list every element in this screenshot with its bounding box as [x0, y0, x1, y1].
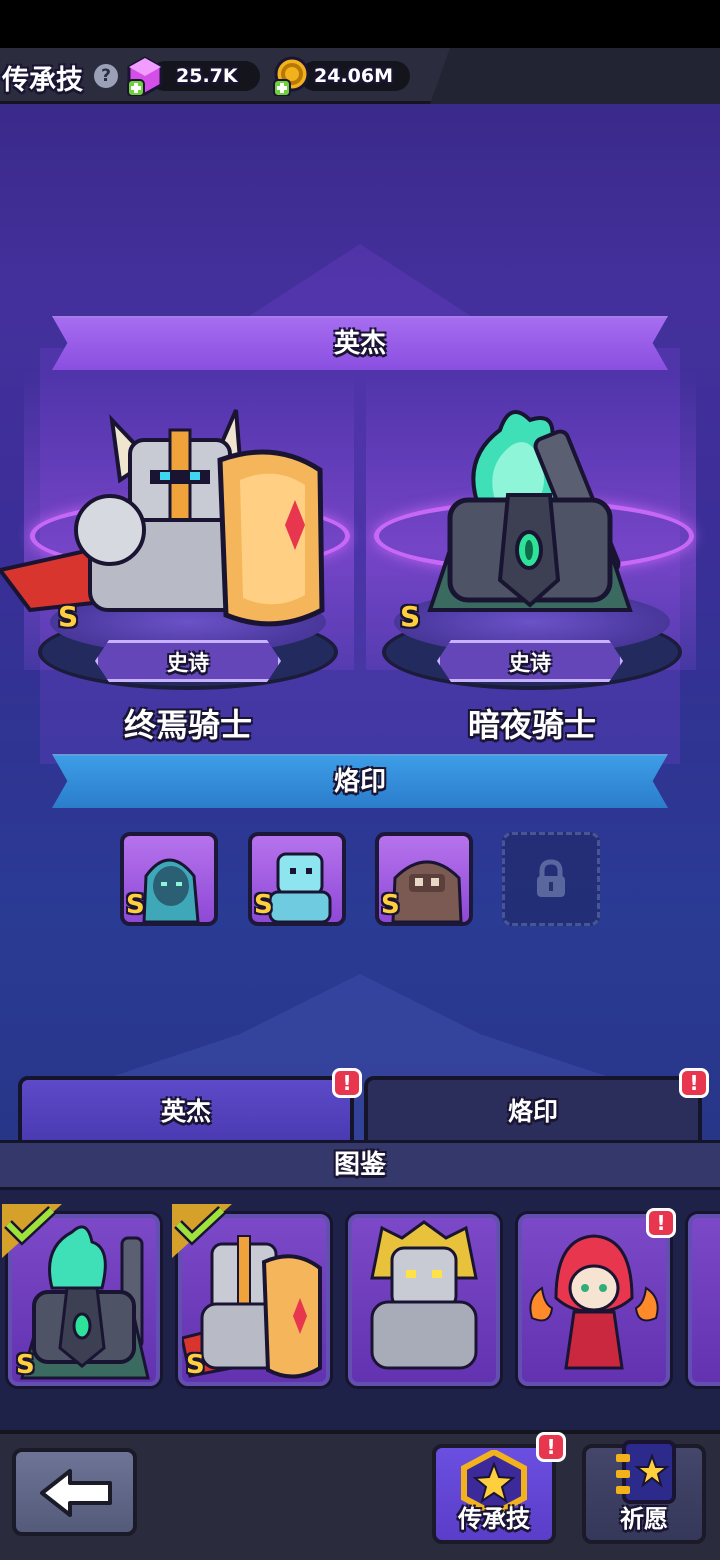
stone-guardian-icon [370, 1220, 478, 1370]
gem-counter: 25.7K [150, 61, 260, 91]
wish-label: 祈愿 [620, 1505, 668, 1533]
codex-card-fire-mage[interactable] [518, 1214, 670, 1386]
doom-knight-portrait[interactable] [0, 400, 340, 630]
stamp-slot-locked[interactable] [502, 832, 600, 926]
codex-card-alert-badge: ! [646, 1208, 676, 1238]
gem-plus-icon[interactable] [126, 56, 164, 96]
gold-amount: 24.06M [314, 65, 394, 87]
stamp-slot-2[interactable]: S [248, 832, 346, 926]
codex-card-stone-guardian[interactable] [348, 1214, 500, 1386]
tab-heroes[interactable]: 英杰 [18, 1076, 354, 1144]
legacy-skill-alert-badge: ! [536, 1432, 566, 1462]
rarity-badge-left: 史诗 [95, 640, 281, 682]
selected-check-icon [172, 1204, 232, 1258]
rarity-badge-right: 史诗 [437, 640, 623, 682]
star-book-icon [616, 1440, 676, 1504]
codex-title: 图鉴 [0, 1140, 720, 1190]
stamp-grade-1: S [126, 890, 145, 920]
stamp-section-ribbon: 烙印 [52, 754, 668, 808]
stamp-slot-1[interactable]: S [120, 832, 218, 926]
hero-section-ribbon: 英杰 [52, 316, 668, 370]
tab-stamps-alert-badge: ! [679, 1068, 709, 1098]
wish-button[interactable]: 祈愿 [582, 1440, 706, 1544]
codex-card-grade-1: S [16, 1350, 35, 1380]
page-title: 传承技 [2, 65, 83, 96]
hero-grade-right: S [400, 600, 421, 633]
hero-grade-left: S [58, 600, 79, 633]
codex-list: S S ! [0, 1190, 720, 1430]
tab-heroes-alert-badge: ! [332, 1068, 362, 1098]
codex-card-partial[interactable] [688, 1214, 720, 1386]
stamp-slot-3[interactable]: S [375, 832, 473, 926]
gem-amount: 25.7K [176, 65, 238, 87]
gold-counter: 24.06M [300, 61, 410, 91]
gold-plus-icon[interactable] [272, 56, 310, 96]
selected-check-icon [2, 1204, 62, 1258]
stamp-grade-2: S [254, 890, 273, 920]
top-bar-right-panel [430, 48, 720, 104]
night-knight-portrait[interactable] [400, 400, 660, 630]
codex-card-grade-2: S [186, 1350, 205, 1380]
legacy-skill-label: 传承技 [458, 1505, 530, 1533]
hero-name-left: 终焉骑士 [123, 706, 252, 744]
help-icon[interactable]: ? [94, 64, 118, 88]
tab-stamps[interactable]: 烙印 [364, 1076, 702, 1144]
back-arrow-icon [40, 1469, 112, 1517]
back-button[interactable] [12, 1448, 137, 1536]
fire-mage-icon [529, 1234, 659, 1370]
hero-name-right: 暗夜骑士 [467, 706, 596, 744]
lock-icon [537, 859, 565, 897]
stamp-grade-3: S [381, 890, 400, 920]
